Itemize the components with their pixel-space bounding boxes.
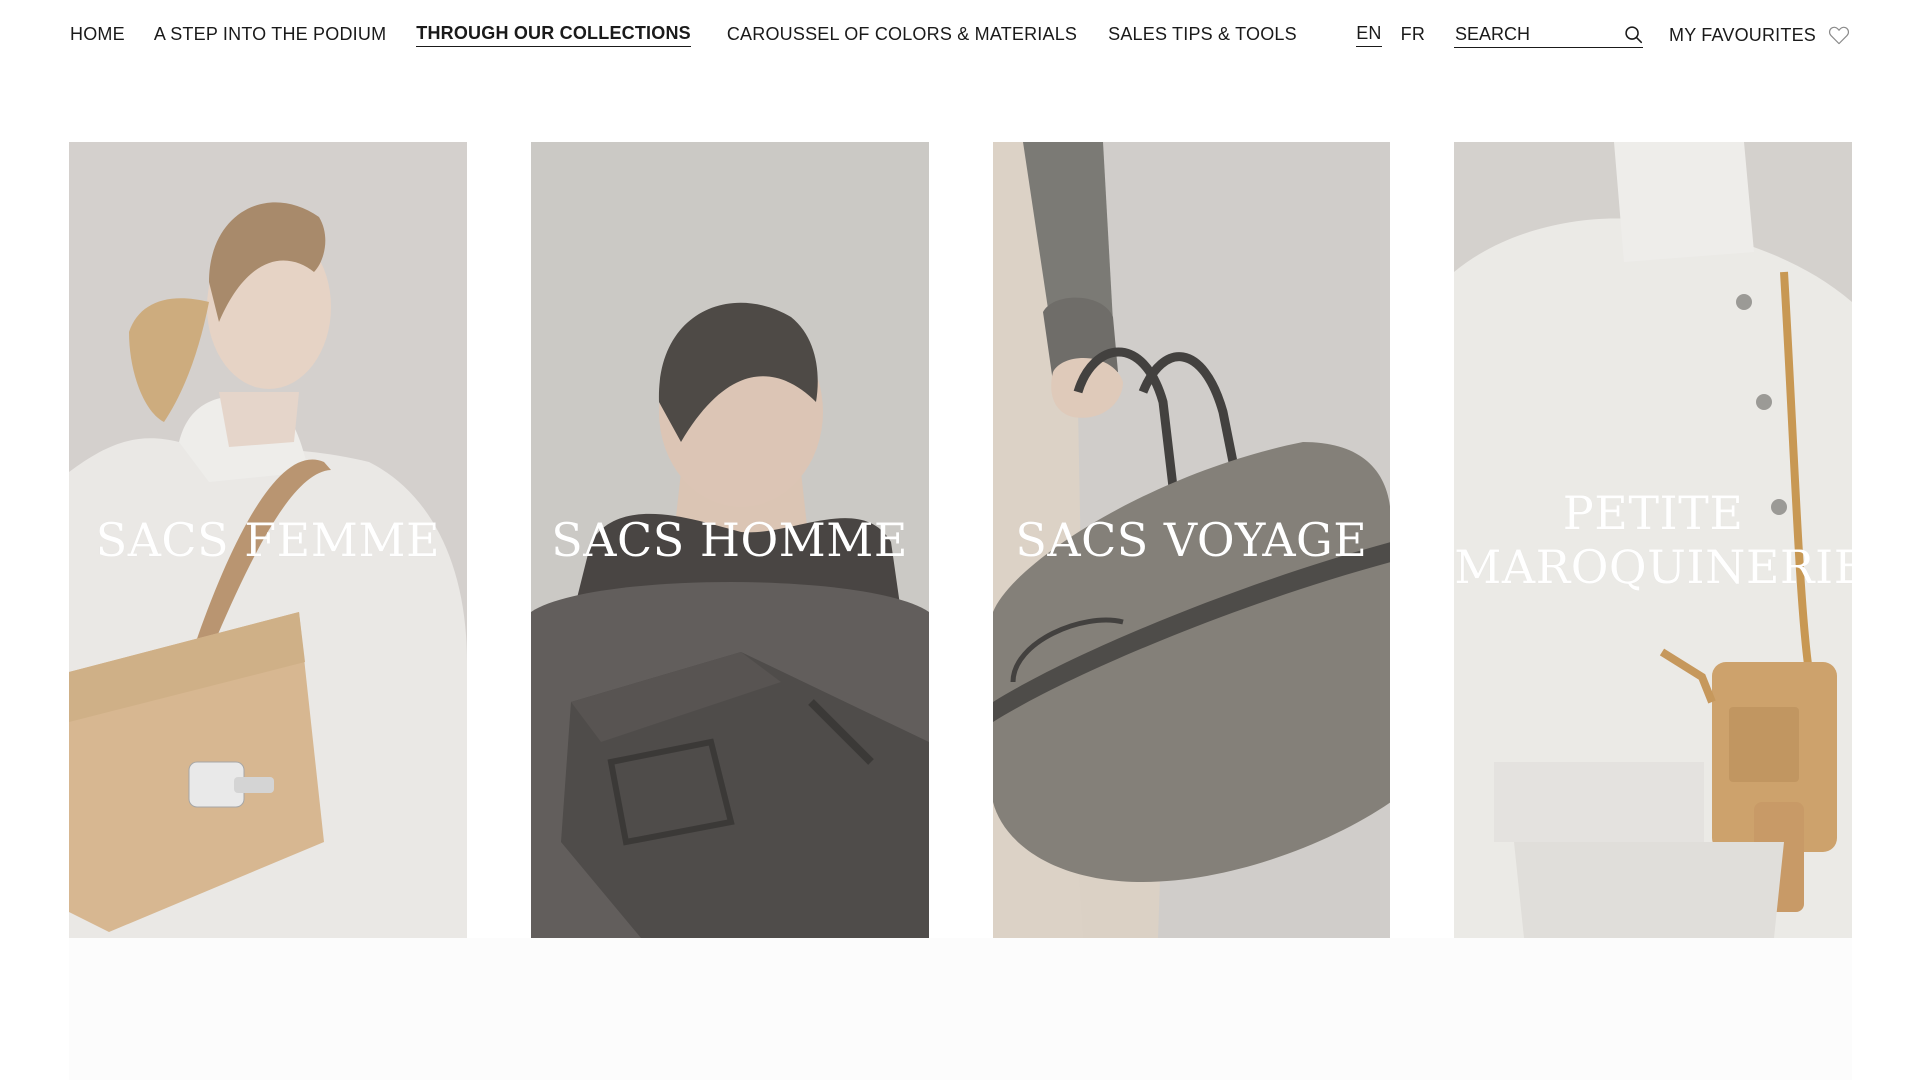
- nav-item-carousel-colors-materials[interactable]: CAROUSSEL OF COLORS & MATERIALS: [727, 24, 1077, 47]
- collection-title: PETITE MAROQUINERIE: [1454, 486, 1852, 594]
- main-menu: HOME A STEP INTO THE PODIUM THROUGH OUR …: [70, 23, 1297, 47]
- nav-item-through-our-collections[interactable]: THROUGH OUR COLLECTIONS: [416, 23, 691, 47]
- collection-title: SACS HOMME: [551, 513, 908, 567]
- search-input[interactable]: [1454, 24, 1605, 45]
- utility-bar: EN FR MY FAVOURITES: [1356, 22, 1850, 48]
- my-favourites-label: MY FAVOURITES: [1669, 24, 1816, 45]
- search-box: [1454, 22, 1644, 48]
- collection-card-sacs-homme[interactable]: SACS HOMME: [530, 142, 929, 938]
- collection-card-sacs-voyage[interactable]: SACS VOYAGE: [992, 142, 1391, 938]
- search-icon[interactable]: [1623, 25, 1643, 45]
- collection-card-sacs-femme[interactable]: SACS FEMME: [69, 142, 467, 938]
- content-area-below-cards: [69, 938, 1852, 1080]
- language-fr-link[interactable]: FR: [1401, 24, 1425, 47]
- nav-item-home[interactable]: HOME: [70, 24, 125, 47]
- collection-title: SACS VOYAGE: [1015, 513, 1368, 567]
- collection-title: SACS FEMME: [95, 513, 441, 567]
- top-navigation: HOME A STEP INTO THE PODIUM THROUGH OUR …: [0, 0, 1920, 70]
- language-en-link[interactable]: EN: [1356, 23, 1382, 47]
- my-favourites-link[interactable]: MY FAVOURITES: [1669, 25, 1850, 46]
- nav-item-step-into-podium[interactable]: A STEP INTO THE PODIUM: [154, 24, 386, 47]
- collections-grid: SACS FEMME SACS HOMME SACS VOYAGE PETITE…: [69, 142, 1852, 938]
- heart-icon: [1828, 25, 1850, 45]
- nav-item-sales-tips-tools[interactable]: SALES TIPS & TOOLS: [1108, 24, 1297, 47]
- collection-card-petite-maroquinerie[interactable]: PETITE MAROQUINERIE: [1454, 142, 1852, 938]
